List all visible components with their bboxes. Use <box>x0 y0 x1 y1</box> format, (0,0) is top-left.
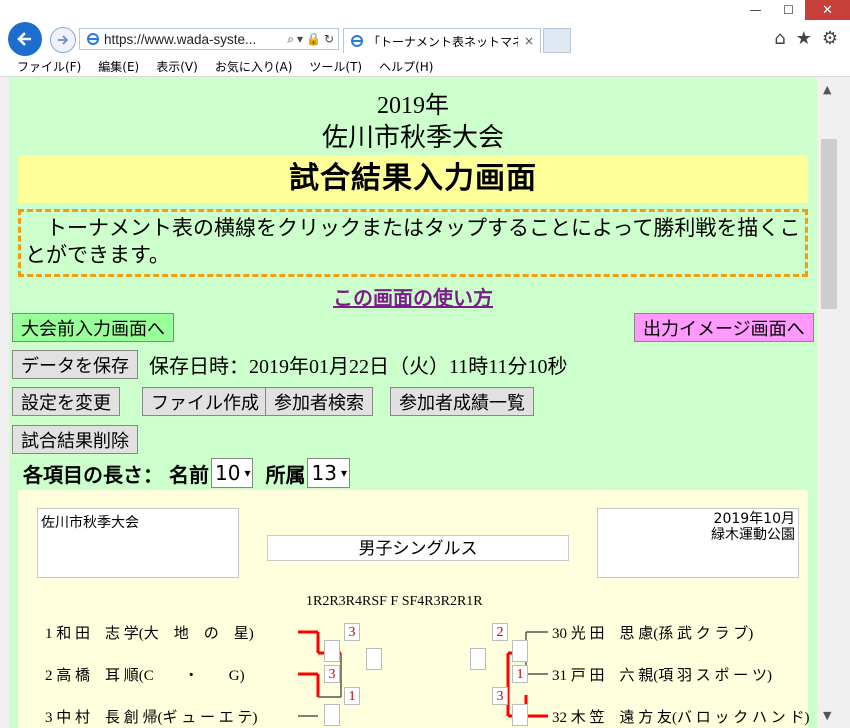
scroll-down-icon[interactable]: ▼ <box>823 709 831 722</box>
score-input[interactable] <box>512 704 528 726</box>
back-arrow-icon <box>17 32 31 46</box>
menu-edit[interactable]: 編集(E) <box>98 58 139 75</box>
chevron-down-icon: ▾ <box>244 466 251 480</box>
name-length-select[interactable]: 10 ▾ <box>211 458 254 488</box>
close-window-button[interactable]: ✕ <box>805 0 850 20</box>
score-box[interactable]: 1 <box>344 687 360 705</box>
score-input[interactable] <box>324 704 340 726</box>
score-box[interactable]: 3 <box>344 623 360 641</box>
scroll-up-icon[interactable]: ▲ <box>823 83 831 96</box>
menu-bar: ファイル(F) 編集(E) 表示(V) お気に入り(A) ツール(T) ヘルプ(… <box>0 56 850 77</box>
score-input[interactable] <box>512 640 528 662</box>
favorites-star-icon[interactable]: ★ <box>796 28 812 49</box>
menu-tools[interactable]: ツール(T) <box>309 58 362 75</box>
dropdown-icon[interactable]: ▾ <box>297 32 303 47</box>
page-year: 2019年 <box>377 93 449 119</box>
player-left-2: 2 高 橋 耳 順(C ・ G) <box>45 668 245 684</box>
browser-tab[interactable]: 「トーナメント表ネットマネージャ... × <box>343 28 541 53</box>
back-button[interactable] <box>8 22 42 56</box>
page-banner: 試合結果入力画面 <box>18 155 808 203</box>
forward-button[interactable] <box>50 27 76 53</box>
score-box[interactable]: 3 <box>324 665 340 683</box>
lock-icon[interactable]: 🔒 <box>306 32 321 47</box>
info-text: トーナメント表の横線をクリックまたはタップすることによって勝利戦を描くことができ… <box>25 216 801 267</box>
player-left-3: 3 中 村 長 創 帰(ギ ュ ー エ テ) <box>45 710 258 726</box>
refresh-icon[interactable]: ↻ <box>324 32 334 47</box>
menu-favorites[interactable]: お気に入り(A) <box>215 58 293 75</box>
length-settings: 各項目の長さ： 名前 10 ▾ 所属 13 ▾ <box>23 458 350 488</box>
window-controls: — ☐ ✕ <box>739 0 850 20</box>
menu-view[interactable]: 表示(V) <box>156 58 198 75</box>
name-length-label: 名前 <box>169 462 209 487</box>
page-event-title: 佐川市秋季大会 <box>321 123 504 152</box>
affil-length-label: 所属 <box>265 462 306 487</box>
home-icon[interactable]: ⌂ <box>774 28 785 49</box>
score-input[interactable] <box>366 648 382 670</box>
player-left-1: 1 和 田 志 学(大 地 の 星) <box>45 626 254 642</box>
change-settings-button[interactable]: 設定を変更 <box>12 387 120 416</box>
pre-event-button[interactable]: 大会前入力画面へ <box>12 313 174 342</box>
ie-tab-icon <box>351 35 363 47</box>
ie-page-icon <box>87 33 99 45</box>
score-input[interactable] <box>324 640 340 662</box>
length-label: 各項目の長さ： <box>23 462 163 487</box>
forward-arrow-icon <box>58 35 69 45</box>
player-right-30: 30 光 田 思 慮(孫 武 ク ラ ブ) <box>552 626 754 642</box>
save-data-button[interactable]: データを保存 <box>12 350 138 379</box>
tab-title: 「トーナメント表ネットマネージャ... <box>368 34 518 49</box>
output-image-button[interactable]: 出力イメージ画面へ <box>634 313 814 342</box>
scroll-thumb[interactable] <box>821 139 837 309</box>
menu-file[interactable]: ファイル(F) <box>17 58 81 75</box>
affil-length-select[interactable]: 13 ▾ <box>307 458 350 488</box>
delete-results-button[interactable]: 試合結果削除 <box>12 425 138 454</box>
minimize-button[interactable]: — <box>739 0 772 20</box>
bracket-lines <box>298 630 548 718</box>
settings-gear-icon[interactable]: ⚙ <box>822 28 838 49</box>
tab-close-icon[interactable]: × <box>524 34 534 48</box>
score-box[interactable]: 3 <box>492 687 508 705</box>
howto-link[interactable]: この画面の使い方 <box>9 282 817 311</box>
new-tab-button[interactable] <box>543 28 571 53</box>
create-file-button[interactable]: ファイル作成 <box>142 387 268 416</box>
info-box: トーナメント表の横線をクリックまたはタップすることによって勝利戦を描くことができ… <box>18 209 808 277</box>
search-participant-button[interactable]: 参加者検索 <box>265 387 373 416</box>
save-timestamp: 保存日時：2019年01月22日（火）11時11分10秒 <box>149 356 568 378</box>
participant-results-button[interactable]: 参加者成績一覧 <box>390 387 534 416</box>
url-text: https://www.wada-syste... <box>104 31 257 47</box>
page-viewport: 2019年 佐川市秋季大会 試合結果入力画面 トーナメント表の横線をクリックまた… <box>9 77 817 728</box>
chevron-down-icon: ▾ <box>340 466 347 480</box>
player-right-31: 31 戸 田 六 親(項 羽 ス ポ ー ツ) <box>552 668 772 684</box>
player-right-32: 32 木 笠 遠 方 友(バ ロ ッ ク ハ ン ド) <box>552 710 810 726</box>
menu-help[interactable]: ヘルプ(H) <box>379 58 433 75</box>
address-bar[interactable]: https://www.wada-syste... ⌕ ▾ 🔒 ↻ <box>79 28 339 50</box>
maximize-button[interactable]: ☐ <box>772 0 805 20</box>
vertical-scrollbar[interactable]: ▲ ▼ <box>817 77 841 728</box>
right-frame <box>841 77 850 728</box>
score-box[interactable]: 1 <box>512 665 528 683</box>
score-box[interactable]: 2 <box>492 623 508 641</box>
score-input[interactable] <box>470 648 486 670</box>
bracket-sheet: 佐川市秋季大会 男子シングルス 2019年10月 緑木運動公園 1R2R3R4RS… <box>18 490 810 728</box>
left-frame <box>0 77 9 728</box>
search-icon[interactable]: ⌕ <box>287 32 294 47</box>
